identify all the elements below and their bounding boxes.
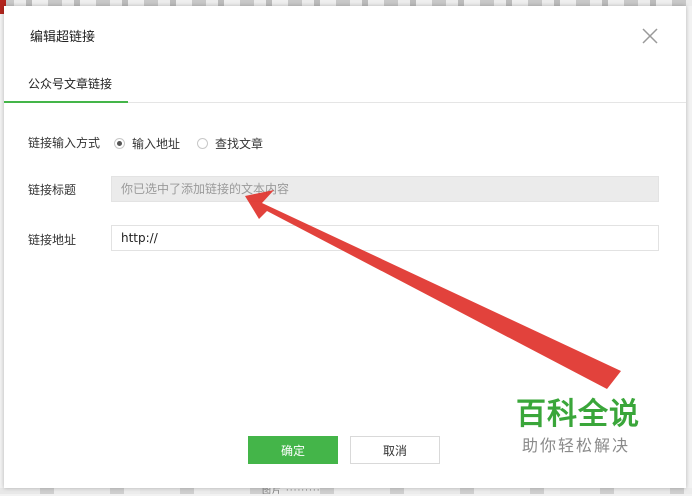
link-method-label: 链接输入方式 (28, 136, 101, 150)
radio-enter-address[interactable]: 输入地址 (114, 135, 180, 152)
background-bottom-text: 图片 ········· (262, 486, 321, 496)
link-title-field[interactable]: 你已选中了添加链接的文本内容 (111, 176, 659, 202)
link-url-label: 链接地址 (28, 233, 77, 247)
radio-selected-icon (114, 138, 125, 149)
watermark-subtitle: 助你轻松解决 (522, 436, 631, 455)
tab-bar: 公众号文章链接 (4, 64, 686, 103)
watermark: 百科全说 助你轻松解决 (508, 394, 658, 468)
radio-unselected-icon (197, 138, 208, 149)
tab-public-article-link[interactable]: 公众号文章链接 (4, 64, 128, 103)
background-page-bottom: 图片 ········· (0, 486, 692, 496)
link-url-input[interactable]: http:// (111, 225, 659, 251)
radio-label: 输入地址 (132, 137, 181, 151)
radio-label: 查找文章 (215, 137, 264, 151)
close-icon[interactable] (640, 26, 660, 46)
tab-label: 公众号文章链接 (28, 77, 113, 91)
cancel-button[interactable]: 取消 (350, 436, 440, 464)
confirm-button[interactable]: 确定 (248, 436, 338, 464)
dialog-title: 编辑超链接 (30, 30, 96, 45)
link-title-label: 链接标题 (28, 183, 77, 197)
radio-find-article[interactable]: 查找文章 (197, 135, 263, 152)
watermark-title: 百科全说 (516, 397, 640, 432)
